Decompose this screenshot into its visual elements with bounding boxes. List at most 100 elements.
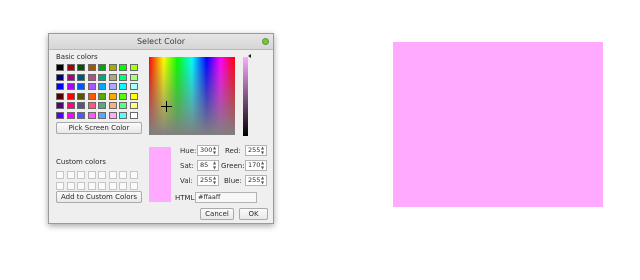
color-swatch[interactable] bbox=[119, 92, 127, 100]
color-swatch[interactable] bbox=[87, 111, 96, 119]
color-swatch[interactable] bbox=[77, 92, 85, 100]
spin-arrows-icon[interactable]: ▲ ▼ bbox=[212, 176, 217, 185]
color-swatch[interactable] bbox=[77, 64, 85, 71]
hue-value: 300 bbox=[200, 146, 213, 154]
custom-color-slot[interactable] bbox=[87, 181, 96, 190]
custom-color-slot[interactable] bbox=[98, 171, 106, 179]
color-swatch[interactable] bbox=[66, 111, 75, 119]
color-swatch[interactable] bbox=[98, 111, 106, 119]
custom-color-slot[interactable] bbox=[87, 171, 96, 179]
custom-color-slot[interactable] bbox=[129, 181, 138, 190]
color-swatch[interactable] bbox=[87, 92, 96, 100]
color-swatch[interactable] bbox=[87, 102, 96, 109]
value-slider[interactable] bbox=[243, 57, 248, 136]
color-swatch[interactable] bbox=[98, 102, 106, 109]
color-swatch[interactable] bbox=[66, 83, 75, 90]
close-icon[interactable] bbox=[262, 38, 269, 45]
color-swatch[interactable] bbox=[129, 83, 138, 90]
spin-arrows-icon[interactable]: ▲ ▼ bbox=[260, 146, 265, 155]
color-swatch[interactable] bbox=[56, 102, 64, 109]
color-swatch[interactable] bbox=[119, 73, 127, 81]
color-swatch[interactable] bbox=[66, 73, 75, 81]
color-swatch[interactable] bbox=[66, 102, 75, 109]
custom-color-slot[interactable] bbox=[56, 181, 64, 190]
pick-screen-color-button[interactable]: Pick Screen Color bbox=[56, 122, 142, 134]
custom-color-slot[interactable] bbox=[66, 171, 75, 179]
color-swatch[interactable] bbox=[129, 73, 138, 81]
color-swatch[interactable] bbox=[77, 102, 85, 109]
selected-color-preview bbox=[393, 42, 603, 207]
green-value: 170 bbox=[248, 161, 261, 169]
hue-spinbox[interactable]: 300 ▲ ▼ bbox=[197, 145, 219, 156]
green-spinbox[interactable]: 170 ▲ ▼ bbox=[245, 160, 267, 171]
sat-value: 85 bbox=[200, 161, 209, 169]
custom-color-slot[interactable] bbox=[129, 171, 138, 179]
color-swatch[interactable] bbox=[108, 64, 117, 71]
color-swatch[interactable] bbox=[129, 102, 138, 109]
html-label: HTML: bbox=[175, 194, 197, 202]
color-swatch[interactable] bbox=[77, 83, 85, 90]
spin-arrows-icon[interactable]: ▲ ▼ bbox=[260, 161, 265, 170]
color-swatch[interactable] bbox=[77, 111, 85, 119]
custom-color-slot[interactable] bbox=[119, 181, 127, 190]
blue-value: 255 bbox=[248, 176, 261, 184]
color-swatch[interactable] bbox=[119, 102, 127, 109]
color-swatch[interactable] bbox=[56, 92, 64, 100]
color-swatch[interactable] bbox=[98, 92, 106, 100]
cancel-button[interactable]: Cancel bbox=[200, 208, 234, 220]
red-spinbox[interactable]: 255 ▲ ▼ bbox=[245, 145, 267, 156]
custom-color-slot[interactable] bbox=[77, 181, 85, 190]
color-swatch[interactable] bbox=[98, 73, 106, 81]
custom-color-slot[interactable] bbox=[66, 181, 75, 190]
color-swatch[interactable] bbox=[108, 73, 117, 81]
sat-label: Sat: bbox=[180, 162, 194, 170]
color-swatch[interactable] bbox=[129, 64, 138, 71]
custom-colors-label: Custom colors bbox=[56, 158, 106, 166]
color-swatch[interactable] bbox=[108, 102, 117, 109]
color-swatch[interactable] bbox=[66, 92, 75, 100]
color-swatch[interactable] bbox=[56, 73, 64, 81]
color-swatch[interactable] bbox=[77, 73, 85, 81]
color-spectrum[interactable] bbox=[149, 57, 235, 135]
add-to-custom-colors-button[interactable]: Add to Custom Colors bbox=[56, 191, 142, 203]
color-swatch[interactable] bbox=[56, 83, 64, 90]
slider-arrow-icon[interactable] bbox=[248, 54, 251, 58]
hue-label: Hue: bbox=[180, 147, 197, 155]
spin-arrows-icon[interactable]: ▲ ▼ bbox=[212, 161, 217, 170]
spectrum-fade bbox=[149, 57, 235, 135]
blue-spinbox[interactable]: 255 ▲ ▼ bbox=[245, 175, 267, 186]
val-value: 255 bbox=[200, 176, 213, 184]
color-swatch[interactable] bbox=[98, 64, 106, 71]
color-swatch[interactable] bbox=[56, 64, 64, 71]
color-swatch[interactable] bbox=[108, 83, 117, 90]
color-swatch[interactable] bbox=[66, 64, 75, 71]
color-swatch[interactable] bbox=[119, 83, 127, 90]
color-swatch[interactable] bbox=[119, 64, 127, 71]
html-input[interactable]: #ffaaff bbox=[195, 192, 257, 203]
val-spinbox[interactable]: 255 ▲ ▼ bbox=[197, 175, 219, 186]
color-swatch[interactable] bbox=[108, 92, 117, 100]
spin-arrows-icon[interactable]: ▲ ▼ bbox=[212, 146, 217, 155]
basic-colors-grid bbox=[56, 64, 138, 119]
custom-color-slot[interactable] bbox=[98, 181, 106, 190]
custom-color-slot[interactable] bbox=[77, 171, 85, 179]
color-swatch[interactable] bbox=[129, 111, 138, 119]
color-swatch[interactable] bbox=[108, 111, 117, 119]
custom-color-slot[interactable] bbox=[108, 181, 117, 190]
custom-color-slot[interactable] bbox=[56, 171, 64, 179]
color-swatch[interactable] bbox=[56, 111, 64, 119]
color-swatch[interactable] bbox=[129, 92, 138, 100]
color-swatch[interactable] bbox=[87, 83, 96, 90]
custom-colors-grid bbox=[56, 171, 138, 190]
green-label: Green: bbox=[221, 162, 245, 170]
color-swatch[interactable] bbox=[98, 83, 106, 90]
color-swatch[interactable] bbox=[87, 64, 96, 71]
ok-button[interactable]: OK bbox=[239, 208, 268, 220]
val-label: Val: bbox=[180, 177, 193, 185]
custom-color-slot[interactable] bbox=[119, 171, 127, 179]
color-swatch[interactable] bbox=[87, 73, 96, 81]
custom-color-slot[interactable] bbox=[108, 171, 117, 179]
sat-spinbox[interactable]: 85 ▲ ▼ bbox=[197, 160, 219, 171]
spin-arrows-icon[interactable]: ▲ ▼ bbox=[260, 176, 265, 185]
color-swatch[interactable] bbox=[119, 111, 127, 119]
